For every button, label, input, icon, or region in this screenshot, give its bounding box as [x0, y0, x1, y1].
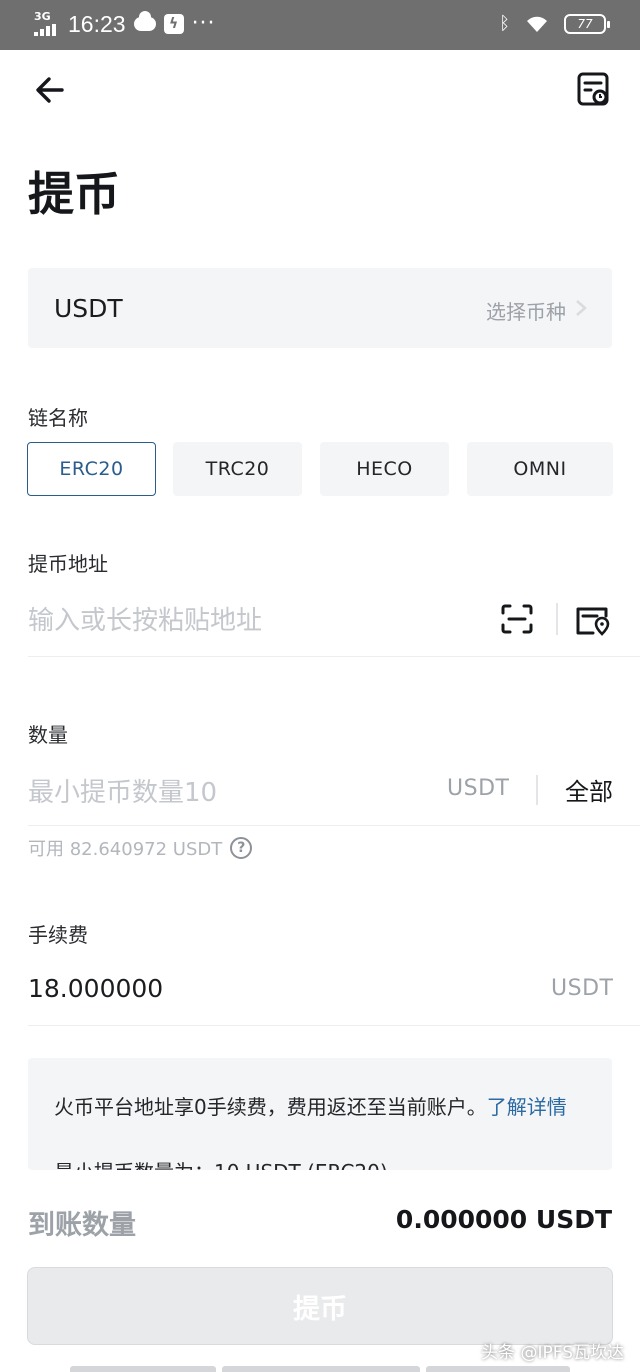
coin-selector[interactable]: USDT 选择币种 [28, 268, 612, 348]
notification-app-icon: ϟ [163, 14, 184, 34]
withdraw-record-icon[interactable] [576, 70, 612, 108]
receive-amount-value: 0.000000 USDT [395, 1205, 612, 1234]
chain-option-heco[interactable]: HECO [320, 442, 449, 496]
fee-label: 手续费 [28, 923, 88, 947]
chevron-right-icon [576, 300, 587, 316]
notice-message: 火币平台地址享0手续费，费用返还至当前账户。 [54, 1095, 487, 1119]
address-book-icon[interactable] [575, 604, 611, 636]
available-text: 可用 82.640972 USDT [28, 839, 223, 860]
fee-unit: USDT [551, 976, 614, 1001]
receive-amount-label: 到账数量 [28, 1210, 136, 1241]
bottom-bar-segment [70, 1366, 216, 1372]
help-icon[interactable]: ? [230, 837, 253, 859]
wifi-icon [527, 16, 547, 32]
notice-min-amount: 最小提币数量为：10 USDT (ERC20) [54, 1156, 388, 1170]
cloud-icon [133, 11, 156, 31]
divider [556, 603, 558, 635]
chain-label: 链名称 [28, 406, 88, 430]
divider [28, 825, 640, 826]
chain-option-trc20[interactable]: TRC20 [173, 442, 302, 496]
fee-value: 18.000000 [28, 974, 164, 1003]
bottom-bar-segment [222, 1366, 420, 1372]
network-type: 3G [34, 10, 51, 23]
amount-input[interactable]: 最小提币数量10 [28, 772, 217, 809]
arrow-left-icon[interactable] [30, 70, 70, 110]
fee-notice: 火币平台地址享0手续费，费用返还至当前账户。了解详情 最小提币数量为：10 US… [28, 1058, 612, 1170]
bottom-bar-segment [426, 1366, 570, 1372]
amount-label: 数量 [28, 723, 68, 747]
scan-icon[interactable] [500, 603, 534, 635]
bluetooth-icon: ᛒ [499, 13, 510, 34]
cell-signal-icon: 3G [34, 10, 60, 38]
watermark: 头条 @IPFS瓦坎达 [481, 1343, 624, 1363]
withdraw-button[interactable]: 提币 [27, 1267, 613, 1345]
clock: 16:23 [68, 10, 126, 37]
address-input[interactable]: 输入或长按粘贴地址 [28, 600, 262, 637]
learn-more-link[interactable]: 了解详情 [487, 1095, 567, 1119]
notice-text: 火币平台地址享0手续费，费用返还至当前账户。了解详情 [54, 1092, 584, 1123]
chain-selector: ERC20 TRC20 HECO OMNI [27, 442, 613, 496]
more-notifications-icon: ··· [191, 11, 216, 36]
amount-unit: USDT [447, 776, 510, 801]
battery-icon: 77 [564, 13, 610, 34]
address-label: 提币地址 [28, 552, 108, 576]
divider [28, 656, 640, 657]
available-balance: 可用 82.640972 USDT ? [28, 835, 253, 861]
all-button[interactable]: 全部 [565, 772, 613, 807]
chain-option-omni[interactable]: OMNI [467, 442, 613, 496]
page-title: 提币 [28, 167, 120, 221]
divider [28, 1025, 640, 1026]
chain-option-erc20[interactable]: ERC20 [27, 442, 156, 496]
status-bar: 3G 16:23 ϟ ··· ᛒ 77 [0, 0, 640, 50]
select-coin-label: 选择币种 [486, 300, 566, 324]
divider [536, 775, 538, 805]
coin-name: USDT [54, 294, 123, 323]
